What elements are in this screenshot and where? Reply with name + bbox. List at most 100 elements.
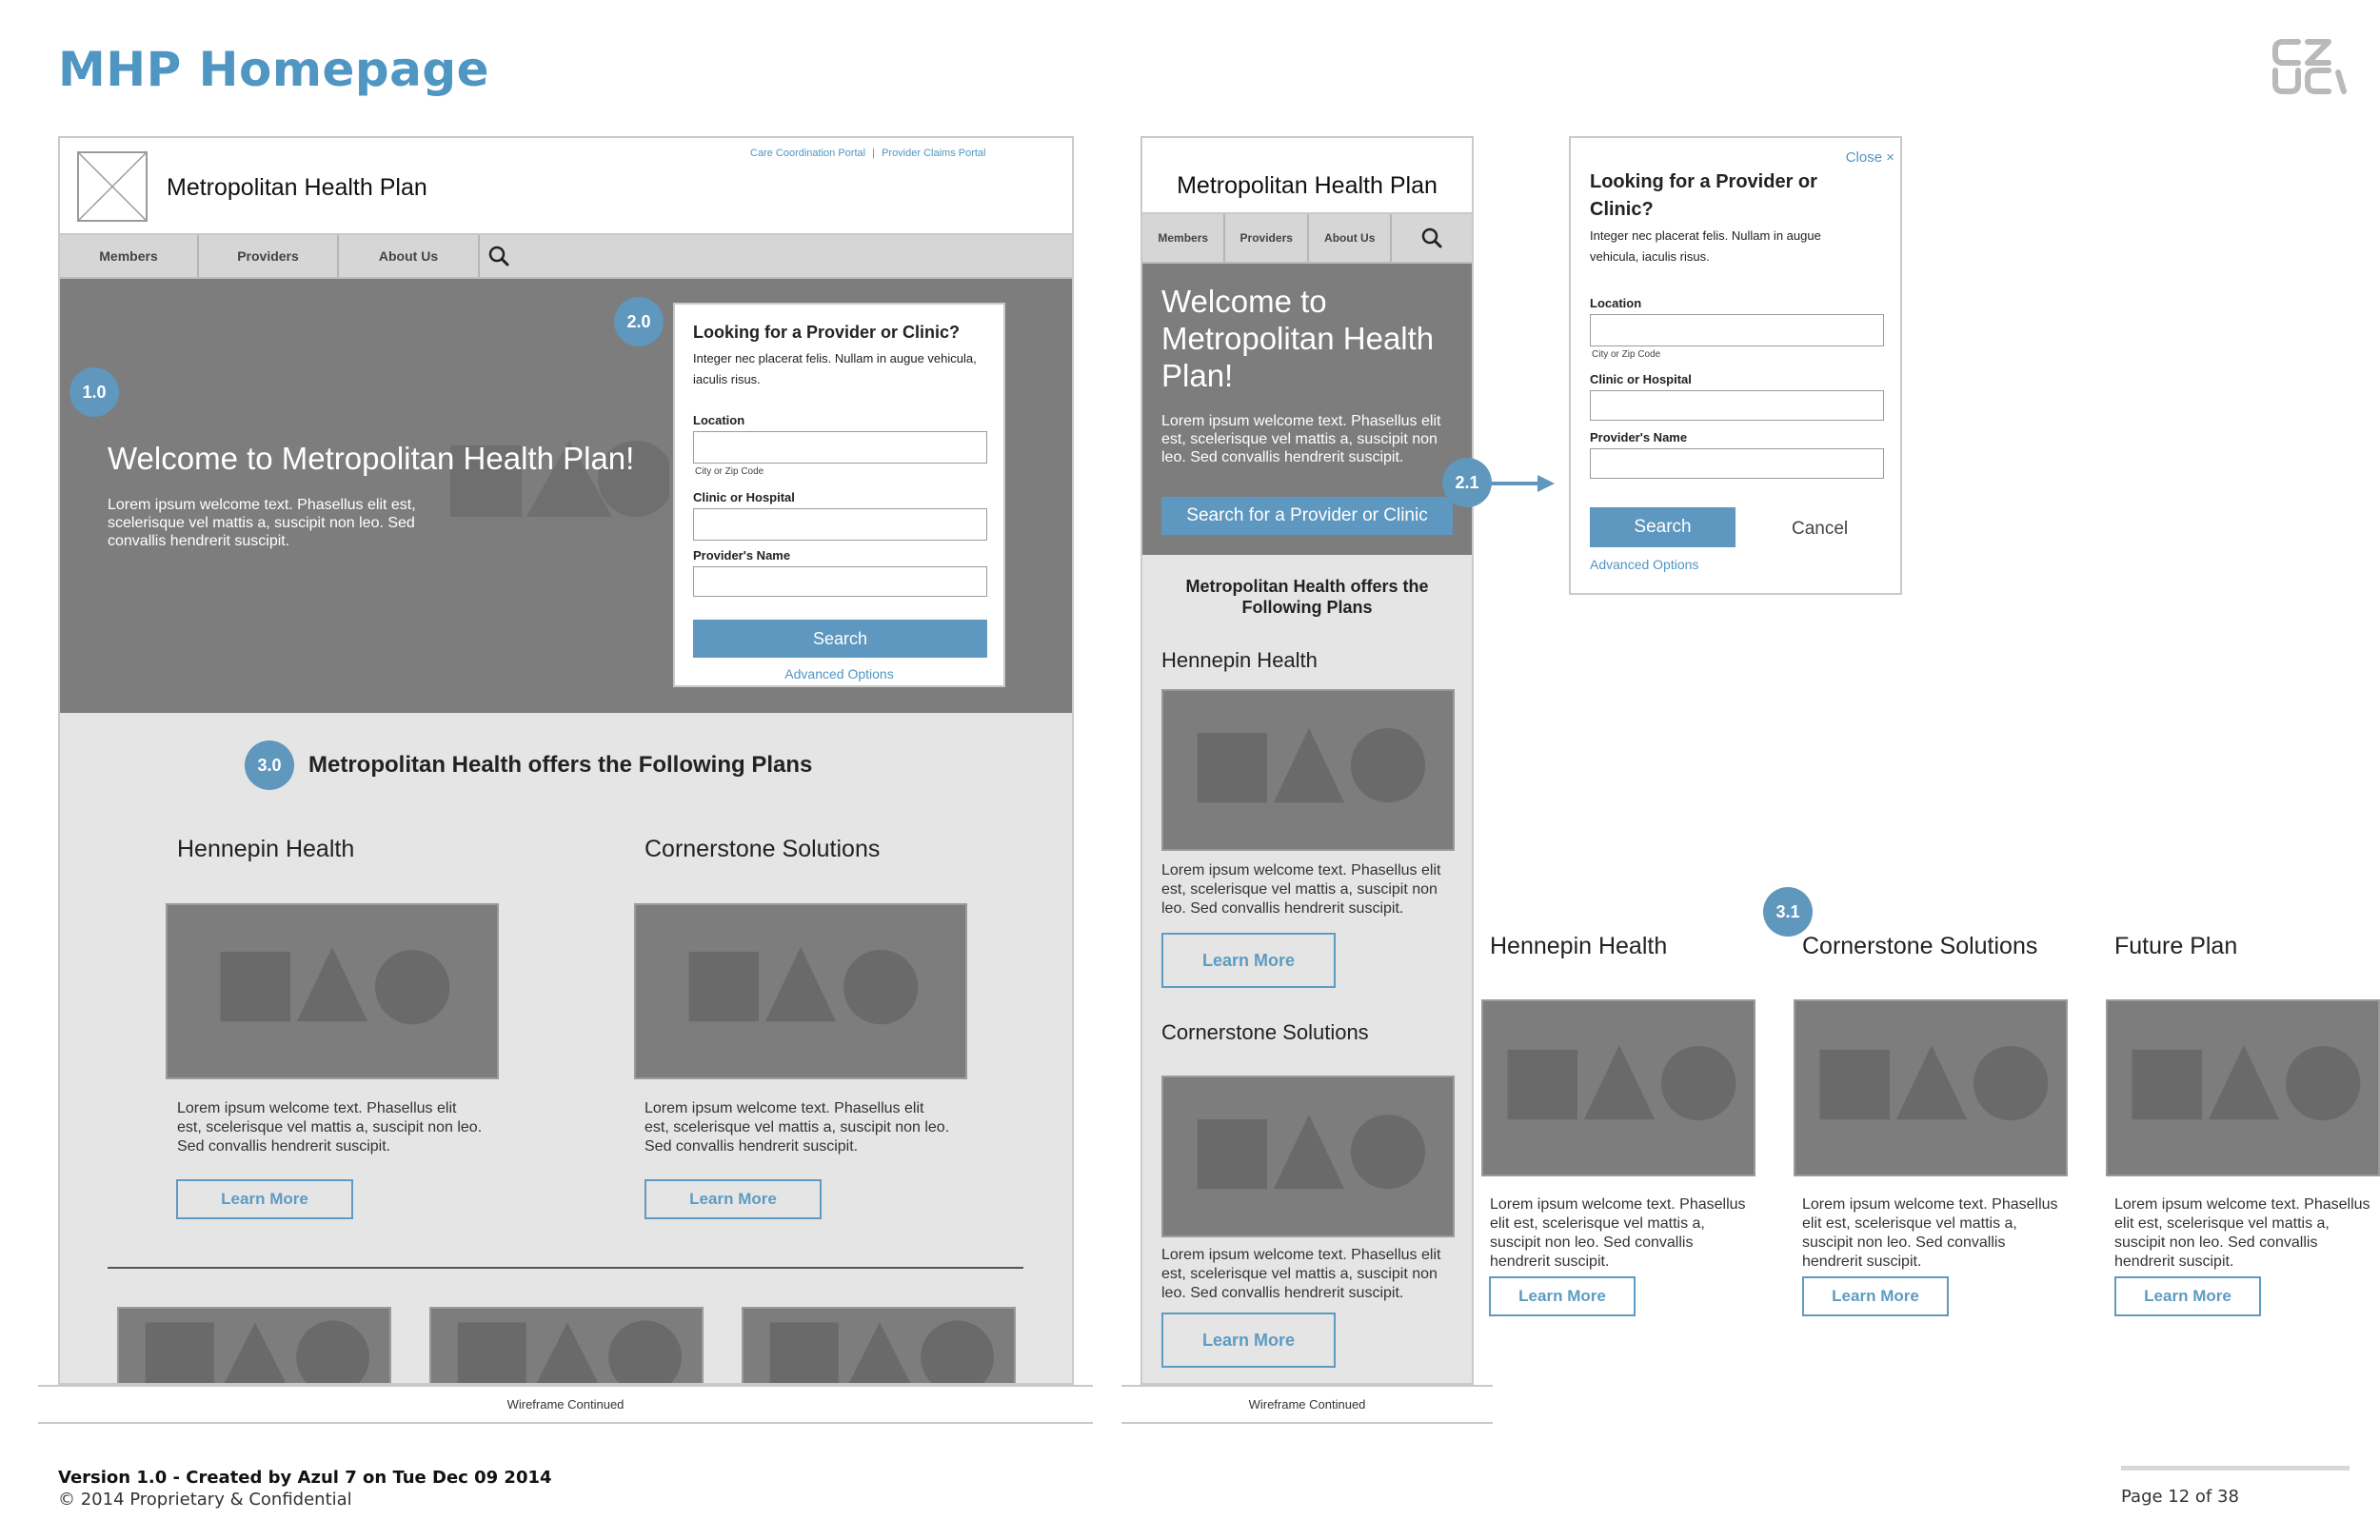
mobile-nav-providers[interactable]: Providers: [1225, 214, 1309, 262]
plan-name-hennepin: Hennepin Health: [177, 836, 355, 862]
badge-1-0: 1.0: [69, 367, 119, 417]
desktop-continued-bottom-line: [38, 1422, 1093, 1424]
hero-text: Lorem ipsum welcome text. Phasellus elit…: [108, 497, 416, 549]
mobile-hero-heading: Welcome to Metropolitan Health Plan!: [1161, 284, 1435, 393]
mobile-plan-name-cornerstone: Cornerstone Solutions: [1161, 1020, 1369, 1044]
modal-search-button[interactable]: Search: [1590, 507, 1735, 547]
row-learn-more-hennepin-button[interactable]: Learn More: [1489, 1276, 1636, 1316]
mobile-hero: Welcome to Metropolitan Health Plan! Lor…: [1142, 264, 1472, 555]
mobile-continued-bottom-line: [1121, 1422, 1493, 1424]
care-coordination-link[interactable]: Care Coordination Portal: [750, 148, 865, 159]
provider-search-card: Looking for a Provider or Clinic? Intege…: [673, 303, 1005, 687]
modal-location-label: Location: [1590, 296, 1642, 310]
badge-3-0: 3.0: [245, 740, 294, 790]
plan-name-cornerstone: Cornerstone Solutions: [645, 836, 881, 862]
modal-title: Looking for a Provider or Clinic?: [1590, 171, 1817, 220]
page-number: Page 12 of 38: [2121, 1487, 2239, 1507]
plan-text-hennepin: Lorem ipsum welcome text. Phasellus elit…: [177, 1100, 483, 1155]
modal-clinic-input[interactable]: [1590, 390, 1884, 421]
plan-text-cornerstone: Lorem ipsum welcome text. Phasellus elit…: [645, 1100, 950, 1155]
modal-location-input[interactable]: [1590, 314, 1884, 346]
plan-image-cornerstone: [634, 903, 967, 1079]
mobile-plan-image-cornerstone: [1161, 1076, 1455, 1237]
modal-provider-name-label: Provider's Name: [1590, 430, 1688, 444]
row-plan-name-future: Future Plan: [2114, 933, 2238, 959]
continued-image-1: [117, 1307, 391, 1383]
learn-more-cornerstone-button[interactable]: Learn More: [645, 1179, 822, 1219]
mobile-nav: Members Providers About Us: [1142, 214, 1472, 264]
advanced-options-link[interactable]: Advanced Options: [675, 666, 1003, 681]
mobile-nav-members[interactable]: Members: [1142, 214, 1226, 262]
search-card-intro: Integer nec placerat felis. Nullam in au…: [693, 351, 977, 386]
search-button[interactable]: Search: [693, 620, 987, 658]
flow-arrow-icon: [1490, 475, 1555, 492]
row-plan-name-hennepin: Hennepin Health: [1490, 933, 1668, 959]
location-label: Location: [693, 413, 745, 427]
modal-location-hint: City or Zip Code: [1592, 349, 1661, 360]
utility-links: Care Coordination Portal | Provider Clai…: [750, 148, 985, 159]
row-plan-image-future: [2106, 999, 2380, 1176]
modal-close-link[interactable]: Close ×: [1846, 149, 1894, 166]
desktop-nav: Members Providers About Us: [60, 235, 1072, 279]
version-line: Version 1.0 - Created by Azul 7 on Tue D…: [58, 1468, 552, 1488]
nav-providers[interactable]: Providers: [199, 235, 339, 277]
learn-more-hennepin-button[interactable]: Learn More: [176, 1179, 353, 1219]
plans-divider: [108, 1267, 1023, 1269]
row-plan-text-cornerstone: Lorem ipsum welcome text. Phasellus elit…: [1802, 1196, 2058, 1270]
row-learn-more-future-button[interactable]: Learn More: [2114, 1276, 2261, 1316]
location-hint: City or Zip Code: [695, 466, 764, 477]
mobile-learn-more-cornerstone-button[interactable]: Learn More: [1161, 1313, 1336, 1368]
plans-heading: Metropolitan Health offers the Following…: [308, 752, 813, 778]
mobile-plan-name-hennepin: Hennepin Health: [1161, 648, 1318, 672]
desktop-continued-top-line: [38, 1385, 1093, 1387]
search-provider-clinic-button[interactable]: Search for a Provider or Clinic: [1161, 497, 1453, 535]
mobile-wireframe: Metropolitan Health Plan Members Provide…: [1140, 136, 1474, 1385]
mobile-continued-label: Wireframe Continued: [1248, 1397, 1366, 1412]
modal-cancel-button[interactable]: Cancel: [1792, 519, 1848, 540]
brand-logo: [2270, 36, 2348, 97]
modal-provider-name-input[interactable]: [1590, 448, 1884, 479]
page-number-rule: [2121, 1466, 2350, 1471]
row-plan-image-cornerstone: [1794, 999, 2068, 1176]
modal-clinic-label: Clinic or Hospital: [1590, 372, 1692, 386]
site-name: Metropolitan Health Plan: [167, 174, 427, 201]
desktop-hero: 1.0 Welcome to Metropolitan Health Plan!…: [60, 279, 1072, 713]
row-learn-more-cornerstone-button[interactable]: Learn More: [1802, 1276, 1949, 1316]
continued-image-2: [429, 1307, 704, 1383]
desktop-continued-label: Wireframe Continued: [506, 1397, 625, 1412]
provider-claims-link[interactable]: Provider Claims Portal: [882, 148, 985, 159]
clinic-label: Clinic or Hospital: [693, 490, 795, 504]
provider-name-label: Provider's Name: [693, 548, 791, 563]
desktop-header: Metropolitan Health Plan Care Coordinati…: [60, 138, 1072, 235]
mobile-plan-text-cornerstone: Lorem ipsum welcome text. Phasellus elit…: [1161, 1247, 1441, 1301]
row-plan-text-future: Lorem ipsum welcome text. Phasellus elit…: [2114, 1196, 2370, 1270]
provider-name-input[interactable]: [693, 566, 987, 597]
row-plan-text-hennepin: Lorem ipsum welcome text. Phasellus elit…: [1490, 1196, 1746, 1270]
nav-about-us[interactable]: About Us: [339, 235, 480, 277]
nav-members[interactable]: Members: [60, 235, 199, 277]
modal-intro: Integer nec placerat felis. Nullam in au…: [1590, 228, 1821, 264]
badge-3-1: 3.1: [1763, 887, 1813, 937]
row-plan-image-hennepin: [1481, 999, 1755, 1176]
badge-2-0: 2.0: [614, 297, 664, 346]
mobile-plans-heading: Metropolitan Health offers the Following…: [1185, 577, 1429, 617]
clinic-input[interactable]: [693, 508, 987, 541]
mobile-nav-about-us[interactable]: About Us: [1309, 214, 1393, 262]
plan-image-hennepin: [166, 903, 499, 1079]
mobile-plan-text-hennepin: Lorem ipsum welcome text. Phasellus elit…: [1161, 862, 1441, 917]
desktop-wireframe: Metropolitan Health Plan Care Coordinati…: [58, 136, 1074, 1385]
mobile-learn-more-hennepin-button[interactable]: Learn More: [1161, 933, 1336, 988]
continued-image-3: [742, 1307, 1016, 1383]
row-plan-name-cornerstone: Cornerstone Solutions: [1802, 933, 2038, 959]
nav-search-icon[interactable]: [480, 235, 518, 277]
hero-heading: Welcome to Metropolitan Health Plan!: [108, 441, 635, 476]
search-card-title: Looking for a Provider or Clinic?: [693, 323, 961, 342]
location-input[interactable]: [693, 431, 987, 464]
modal-advanced-options-link[interactable]: Advanced Options: [1590, 557, 1698, 572]
page-title: MHP Homepage: [58, 42, 490, 97]
mobile-hero-text: Lorem ipsum welcome text. Phasellus elit…: [1161, 413, 1441, 465]
mobile-search-modal: Close × Looking for a Provider or Clinic…: [1569, 136, 1902, 595]
mobile-plan-image-hennepin: [1161, 689, 1455, 851]
mobile-nav-search-icon[interactable]: [1392, 214, 1472, 262]
logo-placeholder-icon[interactable]: [77, 151, 148, 222]
